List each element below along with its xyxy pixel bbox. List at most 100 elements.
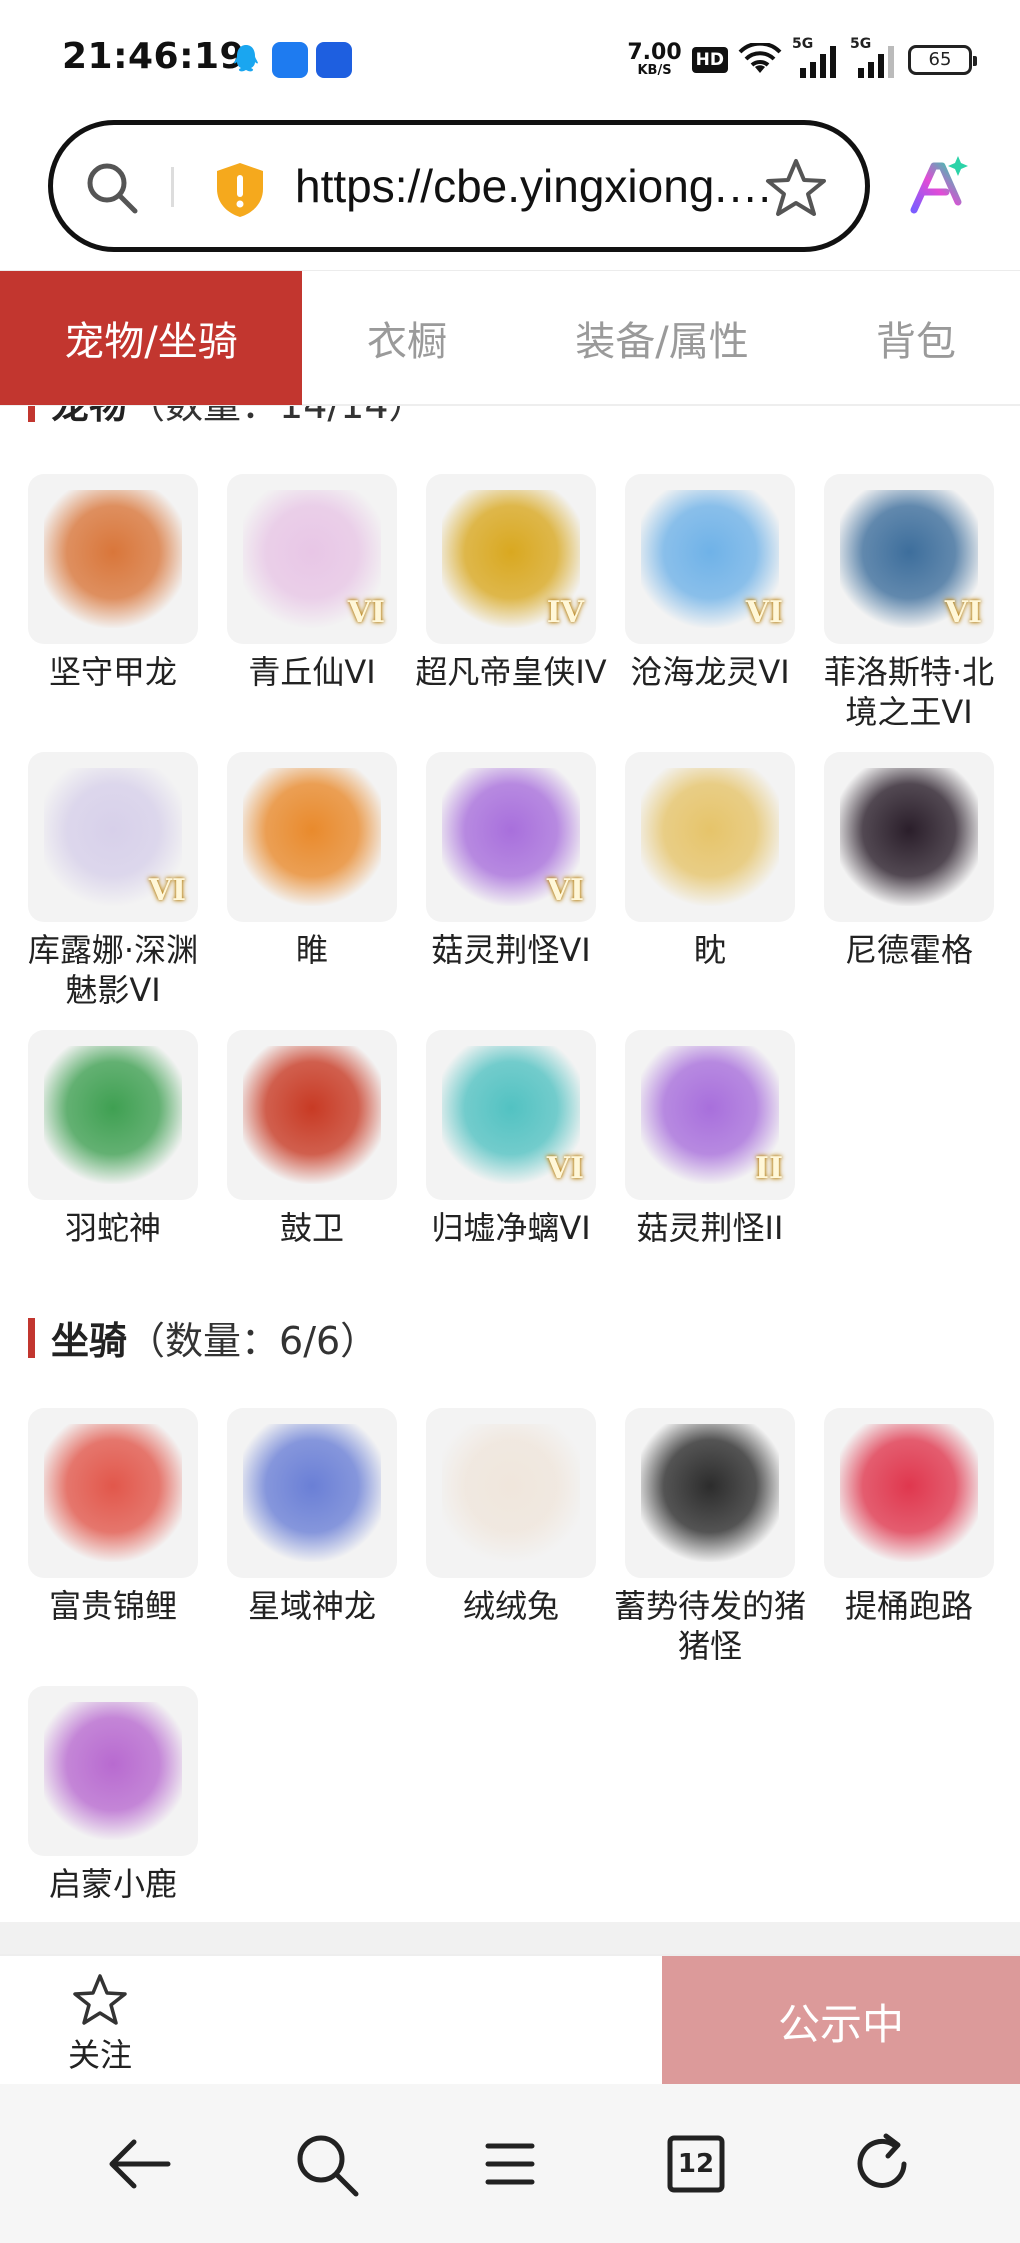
pets-section-title: 宠物 （数量：14/14） (28, 406, 427, 429)
grid-item[interactable]: 富贵锦鲤 (28, 1408, 198, 1626)
item-artwork (44, 1046, 182, 1184)
grid-item[interactable]: VI 青丘仙VI (227, 474, 397, 692)
signal-2-icon: 5G (850, 36, 898, 80)
hd-badge: HD (691, 47, 728, 73)
item-thumbnail[interactable] (625, 752, 795, 922)
content-area[interactable]: 宠物 （数量：14/14） 坚守甲龙 VI 青丘仙VI IV 超凡帝皇侠IV VI 沧海龙灵… (0, 406, 1020, 1922)
grid-item[interactable]: VI 菇灵荆怪VI (426, 752, 596, 970)
item-artwork (243, 1424, 381, 1562)
network-speed: 7.00 KB/S (627, 42, 681, 78)
item-thumbnail[interactable]: VI (426, 752, 596, 922)
grid-item[interactable]: 尼德霍格 (824, 752, 994, 970)
tab-equipment-attributes[interactable]: 装备/属性 (512, 271, 812, 405)
star-outline-icon (73, 1974, 127, 2025)
item-name: 星域神龙 (247, 1587, 376, 1625)
item-artwork (442, 1424, 580, 1562)
level-badge: VI (347, 595, 385, 630)
item-artwork (243, 768, 381, 906)
grid-item[interactable]: II 菇灵荆怪II (625, 1030, 795, 1248)
item-thumbnail[interactable] (227, 752, 397, 922)
item-name: 菇灵荆怪VI (431, 931, 591, 969)
grid-item[interactable]: 提桶跑路 (824, 1408, 994, 1626)
grid-item[interactable]: 星域神龙 (227, 1408, 397, 1626)
item-artwork (840, 768, 978, 906)
item-name: 睢 (295, 931, 328, 969)
grid-item[interactable]: 鼓卫 (227, 1030, 397, 1248)
level-badge: VI (148, 873, 186, 908)
level-badge: VI (944, 595, 982, 630)
grid-item[interactable]: 羽蛇神 (28, 1030, 198, 1248)
tabs-counter-button[interactable]: 12 (660, 2128, 732, 2200)
item-name: 坚守甲龙 (48, 653, 177, 691)
battery-indicator: 65 (908, 45, 977, 75)
item-artwork (44, 1424, 182, 1562)
item-name: 菇灵荆怪II (636, 1209, 784, 1247)
item-name: 启蒙小鹿 (48, 1865, 177, 1903)
item-thumbnail[interactable]: VI (28, 752, 198, 922)
tab-wardrobe[interactable]: 衣橱 (302, 271, 512, 405)
clock: 21:46:19 (62, 36, 246, 77)
menu-icon[interactable] (474, 2128, 546, 2200)
item-name: 蓄势待发的猪猪怪 (613, 1587, 806, 1665)
grid-item[interactable]: 睢 (227, 752, 397, 970)
item-name: 超凡帝皇侠IV (415, 653, 607, 691)
grid-item[interactable]: 绒绒兔 (426, 1408, 596, 1626)
item-thumbnail[interactable]: IV (426, 474, 596, 644)
item-thumbnail[interactable] (426, 1408, 596, 1578)
grid-item[interactable]: VI 归墟净螭VI (426, 1030, 596, 1248)
grid-item[interactable]: IV 超凡帝皇侠IV (415, 474, 607, 692)
item-thumbnail[interactable] (28, 474, 198, 644)
grid-item[interactable]: 启蒙小鹿 (28, 1686, 198, 1904)
app-notification-icon (316, 42, 352, 78)
tab-pets-mounts[interactable]: 宠物/坐骑 (0, 271, 302, 405)
grid-item[interactable]: VI 库露娜·深渊魅影VI (28, 752, 198, 1010)
mounts-section-title: 坐骑 （数量：6/6） (28, 1310, 378, 1365)
ai-assistant-icon[interactable] (906, 154, 970, 218)
item-thumbnail[interactable]: VI (824, 474, 994, 644)
item-thumbnail[interactable] (227, 1408, 397, 1578)
level-badge: VI (745, 595, 783, 630)
security-shield-icon[interactable] (213, 161, 267, 219)
item-name: 菲洛斯特·北境之王VI (823, 653, 995, 731)
reload-icon[interactable] (846, 2128, 918, 2200)
item-thumbnail[interactable] (28, 1408, 198, 1578)
item-thumbnail[interactable] (824, 752, 994, 922)
item-thumbnail[interactable] (28, 1030, 198, 1200)
public-display-status-button[interactable]: 公示中 (662, 1956, 1020, 2086)
item-name: 沧海龙灵VI (630, 653, 790, 691)
item-thumbnail[interactable] (227, 1030, 397, 1200)
browser-screen: 21:46:19 7.00 KB/S HD 5G 5G 65 https://c… (0, 0, 1020, 2243)
tab-backpack[interactable]: 背包 (812, 271, 1020, 405)
listing-action-bar: 关注 公示中 (0, 1954, 1020, 2086)
item-thumbnail[interactable]: II (625, 1030, 795, 1200)
category-tabs: 宠物/坐骑 衣橱 装备/属性 背包 (0, 270, 1020, 406)
item-name: 富贵锦鲤 (48, 1587, 177, 1625)
level-badge: IV (546, 595, 584, 630)
item-thumbnail[interactable] (625, 1408, 795, 1578)
item-name: 青丘仙VI (248, 653, 376, 691)
item-thumbnail[interactable] (824, 1408, 994, 1578)
grid-item[interactable]: 蓄势待发的猪猪怪 (614, 1408, 806, 1666)
grid-item[interactable]: 坚守甲龙 (28, 474, 198, 692)
item-thumbnail[interactable]: VI (426, 1030, 596, 1200)
item-name: 绒绒兔 (462, 1587, 559, 1625)
grid-item[interactable]: VI 菲洛斯特·北境之王VI (824, 474, 994, 732)
bookmark-star-icon[interactable] (765, 157, 827, 219)
back-arrow-icon[interactable] (104, 2128, 176, 2200)
url-text[interactable]: https://cbe.yingxiong.com... (295, 159, 775, 213)
item-thumbnail[interactable]: VI (227, 474, 397, 644)
item-name: 提桶跑路 (844, 1587, 973, 1625)
section-marker (28, 406, 35, 422)
pets-count: （数量：14/14） (127, 406, 427, 429)
browser-nav-bar: 12 (0, 2084, 1020, 2243)
item-thumbnail[interactable] (28, 1686, 198, 1856)
follow-button[interactable]: 关注 (50, 1972, 150, 2076)
item-thumbnail[interactable]: VI (625, 474, 795, 644)
search-icon[interactable] (290, 2128, 362, 2200)
signal-1-icon: 5G (792, 36, 840, 80)
item-name: 眈 (693, 931, 726, 969)
grid-item[interactable]: VI 沧海龙灵VI (625, 474, 795, 692)
search-icon[interactable] (81, 157, 141, 217)
address-bar[interactable]: https://cbe.yingxiong.com... (48, 120, 870, 252)
grid-item[interactable]: 眈 (625, 752, 795, 970)
